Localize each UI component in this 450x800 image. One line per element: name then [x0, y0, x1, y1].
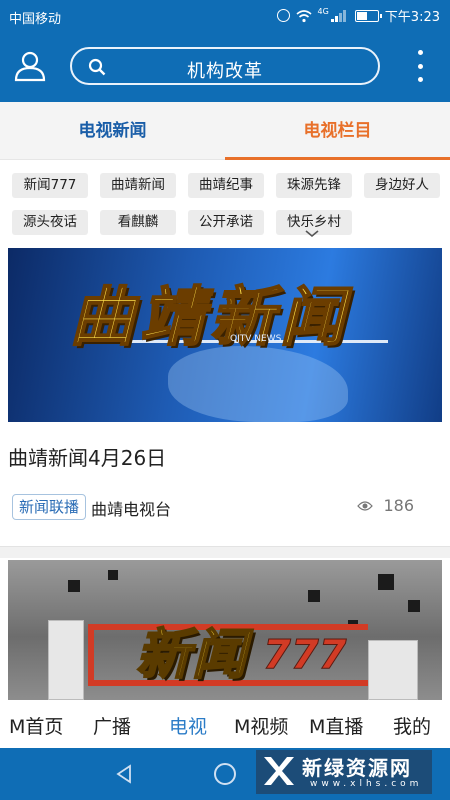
search-bar[interactable]: 机构改革	[70, 47, 380, 85]
chip-good-people[interactable]: 身边好人	[364, 173, 440, 198]
news-source: 曲靖电视台	[91, 500, 172, 519]
nav-item-mine[interactable]: 我的	[393, 712, 431, 739]
status-icons: 4G 下午3:23	[276, 6, 440, 25]
chevron-down-icon[interactable]	[305, 230, 319, 238]
home-icon[interactable]	[214, 763, 236, 785]
tab-tv-news[interactable]: 电视新闻	[0, 102, 225, 160]
chip-qujing-chronicle[interactable]: 曲靖纪事	[188, 173, 264, 198]
chip-kan-qilin[interactable]: 看麒麟	[100, 210, 176, 235]
cube-graphic	[408, 600, 420, 612]
clock-label: 下午3:23	[384, 10, 440, 25]
chip-qujing-news[interactable]: 曲靖新闻	[100, 173, 176, 198]
watermark-title: 新绿资源网	[302, 756, 412, 780]
search-query-text: 机构改革	[187, 61, 263, 82]
battery-icon	[354, 9, 382, 22]
watermark-logo-icon	[264, 757, 294, 785]
tab-label: 电视新闻	[78, 121, 147, 141]
nav-item-m-video[interactable]: M视频	[234, 712, 288, 739]
category-tag[interactable]: 新闻联播	[12, 494, 87, 520]
bottom-nav-bar: M首页 广播 电视 M视频 M直播 我的	[0, 700, 450, 748]
chip-public-pledge[interactable]: 公开承诺	[188, 210, 264, 235]
wifi-icon	[295, 9, 312, 22]
news-thumbnail[interactable]: 新闻 777	[8, 560, 442, 700]
tab-label: 电视栏目	[303, 121, 372, 141]
eye-icon	[357, 500, 374, 511]
user-icon[interactable]	[12, 48, 48, 84]
channel-logo-text: QJTV NEWS	[230, 334, 282, 344]
status-bar: 中国移动 4G 下午3:23	[0, 0, 450, 32]
view-count-value: 186	[383, 496, 414, 515]
active-tab-indicator	[225, 157, 450, 160]
top-tab-bar: 电视新闻 电视栏目	[0, 102, 450, 160]
chip-source-night-talk[interactable]: 源头夜话	[12, 210, 88, 235]
cube-graphic	[108, 570, 118, 580]
system-nav-bar: 新绿资源网 www.xlhs.com	[0, 748, 450, 800]
program-logo-text: 新闻	[135, 622, 248, 687]
app-header: 机构改革	[0, 32, 450, 102]
back-icon[interactable]	[115, 764, 135, 784]
chip-zhuyuan-pioneer[interactable]: 珠源先锋	[276, 173, 352, 198]
watermark: 新绿资源网 www.xlhs.com	[256, 750, 432, 794]
alarm-icon	[276, 9, 290, 22]
tile-graphic	[48, 620, 84, 700]
view-count: 186	[357, 496, 414, 515]
nav-item-radio[interactable]: 广播	[93, 712, 131, 739]
chip-news777[interactable]: 新闻777	[12, 173, 88, 198]
nav-item-m-live[interactable]: M直播	[309, 712, 363, 739]
cube-graphic	[378, 574, 394, 590]
network-type-label: 4G	[317, 7, 329, 16]
watermark-url: www.xlhs.com	[310, 779, 423, 789]
tile-graphic	[368, 640, 418, 700]
feed-divider	[0, 546, 450, 558]
tab-tv-column[interactable]: 电视栏目	[225, 102, 450, 160]
program-chip-list: 新闻777 曲靖新闻 曲靖纪事 珠源先锋 身边好人 源头夜话 看麒麟 公开承诺 …	[0, 161, 450, 243]
cube-graphic	[308, 590, 320, 602]
more-vertical-icon[interactable]	[410, 50, 430, 82]
news-title[interactable]: 曲靖新闻4月26日	[8, 442, 166, 471]
carrier-label: 中国移动	[9, 12, 62, 27]
nav-item-m-home[interactable]: M首页	[9, 712, 63, 739]
signal-icon	[330, 9, 349, 22]
program-logo-number: 777	[263, 632, 347, 679]
cube-graphic	[68, 580, 80, 592]
nav-item-tv[interactable]: 电视	[169, 712, 207, 739]
news-thumbnail[interactable]: 曲靖新闻 QJTV NEWS	[8, 248, 442, 422]
program-logo-text: 曲靖新闻	[69, 280, 350, 356]
